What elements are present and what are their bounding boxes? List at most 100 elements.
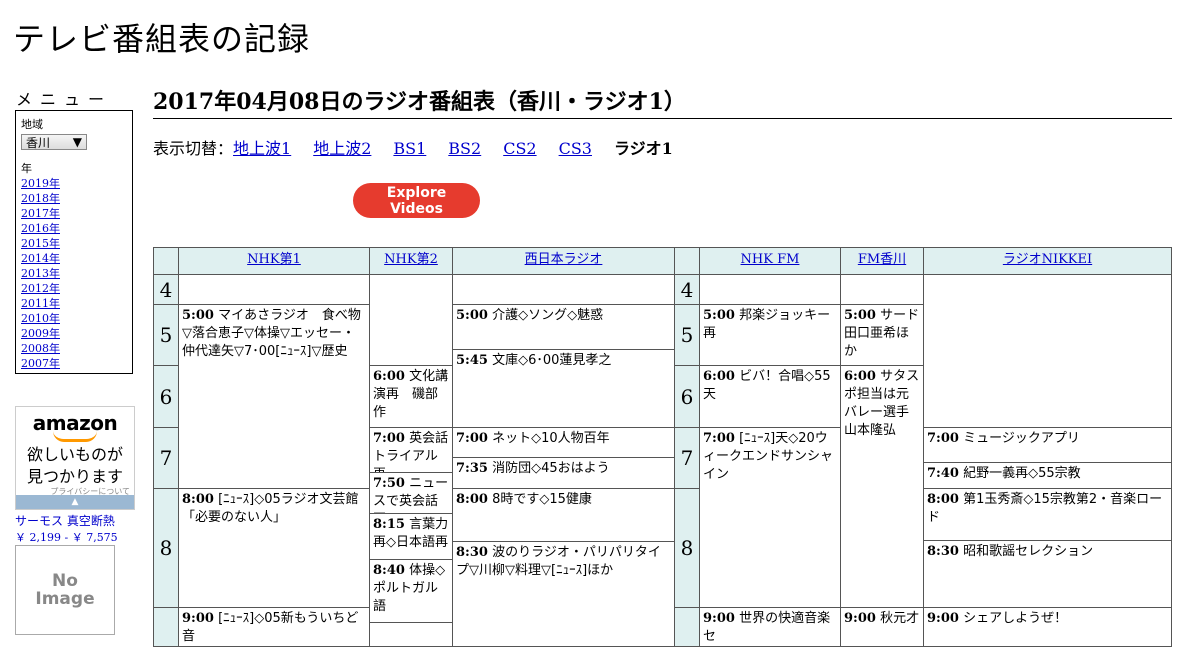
no-image-text-2: Image — [35, 589, 95, 609]
channel-header-nhk2: NHK第2 — [369, 247, 453, 275]
program-time: 7:35 — [456, 461, 488, 476]
hour-label-8: 8 — [153, 488, 179, 608]
year-link-2015[interactable]: 2015年 — [21, 236, 127, 251]
program-title: ネット◇10人物百年 — [492, 431, 610, 446]
program-title: ミュージックアプリ — [963, 431, 1080, 446]
program-time: 5:00 — [182, 308, 214, 323]
program-title: 第1玉秀斎◇15宗教第2・音楽ロード — [927, 492, 1163, 525]
region-label: 地域 — [21, 118, 43, 131]
region-select-value: 香川 — [26, 135, 51, 150]
product-link[interactable]: サーモス 真空断熱 — [15, 512, 115, 529]
program-title: 昭和歌謡セレクション — [963, 544, 1094, 559]
no-image-placeholder[interactable]: No Image — [15, 545, 115, 635]
switch-link-cs2[interactable]: CS2 — [503, 139, 536, 158]
program-cell[interactable]: 7:35 消防団◇45おはよう — [452, 457, 675, 489]
year-link-2007[interactable]: 2007年 — [21, 356, 127, 371]
program-empty — [369, 622, 453, 647]
hour-label-6: 6 — [674, 365, 700, 428]
program-time: 7:40 — [927, 466, 959, 481]
region-select[interactable]: 香川 ▼ — [21, 134, 87, 150]
program-cell[interactable]: 7:00 [ﾆｭｰｽ]天◇20ウィークエンドサンシャイン — [699, 427, 841, 608]
program-cell[interactable]: 8:30 昭和歌謡セレクション — [923, 540, 1172, 608]
switch-link-bs2[interactable]: BS2 — [448, 139, 481, 158]
program-time: 8:15 — [373, 517, 405, 532]
channel-link-nhk1[interactable]: NHK第1 — [247, 252, 301, 267]
program-cell[interactable]: 6:00 ビバ！合唱◇55天 — [699, 365, 841, 428]
program-cell[interactable]: 8:15 言葉力再◇日本語再 — [369, 513, 453, 560]
program-cell[interactable]: 8:40 体操◇ポルトガル語 — [369, 559, 453, 623]
year-link-2016[interactable]: 2016年 — [21, 221, 127, 236]
channel-header-nhk1: NHK第1 — [178, 247, 370, 275]
program-time: 9:00 — [927, 611, 959, 626]
program-title: 文庫◇6･00蓮見孝之 — [492, 353, 612, 368]
switch-link-terrestrial-1[interactable]: 地上波1 — [233, 139, 291, 158]
hour-label-5: 5 — [674, 304, 700, 366]
program-empty — [923, 274, 1172, 428]
program-cell[interactable]: 8:00 第1玉秀斎◇15宗教第2・音楽ロード — [923, 488, 1172, 541]
explore-videos-button[interactable]: Explore Videos — [353, 183, 480, 218]
switch-link-terrestrial-2[interactable]: 地上波2 — [313, 139, 371, 158]
program-cell[interactable]: 6:00 サタスポ担当は元バレー選手山本隆弘 — [840, 365, 924, 608]
program-cell[interactable]: 7:00 英会話トライアル再 — [369, 427, 453, 473]
program-time: 5:00 — [703, 308, 735, 323]
menu-box: 地域 香川 ▼ 年 2019年 2018年 2017年 2016年 2015年 … — [15, 110, 133, 374]
year-link-2008[interactable]: 2008年 — [21, 341, 127, 356]
program-cell[interactable]: 5:00 サード田口亜希ほか — [840, 304, 924, 366]
program-cell[interactable]: 7:00 ミュージックアプリ — [923, 427, 1172, 463]
year-link-2009[interactable]: 2009年 — [21, 326, 127, 341]
chevron-down-icon: ▼ — [72, 135, 82, 149]
year-link-2011[interactable]: 2011年 — [21, 296, 127, 311]
program-empty — [452, 274, 675, 305]
hour-label-4: 4 — [674, 274, 700, 305]
year-link-2017[interactable]: 2017年 — [21, 206, 127, 221]
program-cell[interactable]: 8:00 8時です◇15健康 — [452, 488, 675, 542]
program-time: 9:00 — [182, 611, 214, 626]
year-link-2013[interactable]: 2013年 — [21, 266, 127, 281]
program-cell[interactable]: 9:00 世界の快適音楽セ — [699, 607, 841, 647]
program-title: 介護◇ソング◇魅惑 — [492, 308, 604, 323]
program-time: 8:00 — [456, 492, 488, 507]
program-time: 5:45 — [456, 353, 488, 368]
program-cell[interactable]: 5:00 介護◇ソング◇魅惑 — [452, 304, 675, 350]
amazon-ad[interactable]: amazon 欲しいものが 見つかります プライバシーについて ▲ — [15, 406, 135, 510]
channel-link-fmkagawa[interactable]: FM香川 — [858, 252, 906, 267]
channel-link-nhkfm[interactable]: NHK FM — [741, 252, 800, 267]
switch-link-cs3[interactable]: CS3 — [559, 139, 592, 158]
hour-label-7: 7 — [153, 427, 179, 489]
program-time: 6:00 — [373, 369, 405, 384]
program-cell[interactable]: 8:30 波のりラジオ・パリパリタイプ▽川柳▽料理▽[ﾆｭｰｽ]ほか — [452, 541, 675, 647]
year-link-2019[interactable]: 2019年 — [21, 176, 127, 191]
header-corner-mid — [674, 247, 700, 275]
channel-header-nhkfm: NHK FM — [699, 247, 841, 275]
program-cell[interactable]: 7:50 ニュースで英会話再 — [369, 472, 453, 514]
program-title: 秋元才 — [880, 611, 920, 626]
hour-label-5: 5 — [153, 304, 179, 366]
year-link-2010[interactable]: 2010年 — [21, 311, 127, 326]
program-cell[interactable]: 9:00 シェアしようぜ！ — [923, 607, 1172, 647]
year-link-2018[interactable]: 2018年 — [21, 191, 127, 206]
program-cell[interactable]: 9:00 秋元才 — [840, 607, 924, 647]
site-title: テレビ番組表の記録 — [13, 20, 311, 58]
program-cell[interactable]: 7:00 ネット◇10人物百年 — [452, 427, 675, 458]
switch-link-bs1[interactable]: BS1 — [393, 139, 426, 158]
channel-link-nishinippon[interactable]: 西日本ラジオ — [525, 252, 603, 267]
program-cell[interactable]: 7:40 紀野一義再◇55宗教 — [923, 462, 1172, 489]
program-cell[interactable]: 9:00 [ﾆｭｰｽ]◇05新もういちど音 — [178, 607, 370, 647]
program-title: 紀野一義再◇55宗教 — [963, 466, 1081, 481]
program-cell[interactable]: 5:00 マイあさラジオ 食べ物▽落合恵子▽体操▽エッセー・仲代達矢▽7･00[… — [178, 304, 370, 489]
year-link-2012[interactable]: 2012年 — [21, 281, 127, 296]
product-price: ￥ 2,199 - ￥ 7,575 — [15, 531, 118, 544]
switcher-label: 表示切替： — [153, 139, 234, 158]
program-cell[interactable]: 5:45 文庫◇6･00蓮見孝之 — [452, 349, 675, 428]
channel-link-nhk2[interactable]: NHK第2 — [384, 252, 438, 267]
ad-tagline-1: 欲しいものが — [26, 445, 123, 464]
program-cell[interactable]: 5:00 邦楽ジョッキー再 — [699, 304, 841, 366]
program-time: 7:00 — [927, 431, 959, 446]
hour-label-4: 4 — [153, 274, 179, 305]
program-empty — [840, 274, 924, 305]
program-cell[interactable]: 6:00 文化講演再 磯部作 — [369, 365, 453, 428]
program-cell[interactable]: 8:00 [ﾆｭｰｽ]◇05ラジオ文芸館「必要のない人」 — [178, 488, 370, 608]
chevron-up-icon[interactable]: ▲ — [16, 495, 134, 509]
year-link-2014[interactable]: 2014年 — [21, 251, 127, 266]
channel-link-nikkei[interactable]: ラジオNIKKEI — [1003, 252, 1092, 267]
